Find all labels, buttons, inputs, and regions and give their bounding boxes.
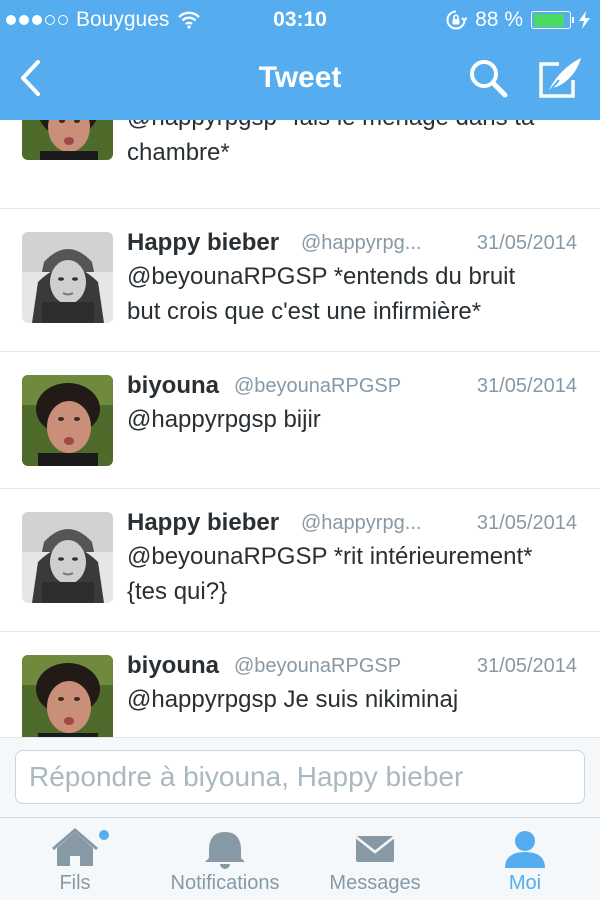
- tweet-header: Happy bieber @happyrpg... 31/05/2014: [127, 229, 577, 259]
- bell-icon: [205, 832, 245, 869]
- page-title: Tweet: [258, 61, 342, 94]
- wifi-icon: [178, 11, 201, 29]
- tweet-text: @beyounaRPGSP *rit intérieurement* {tes …: [127, 539, 582, 609]
- search-button[interactable]: [466, 56, 510, 100]
- tweet-date: 31/05/2014: [476, 512, 577, 534]
- tweet-date: 31/05/2014: [476, 375, 577, 397]
- tweet-item[interactable]: @happyrpgsp *fais le ménage dans ta cham…: [0, 120, 600, 209]
- battery-icon: [531, 11, 574, 29]
- tweet-header: Happy bieber @happyrpg... 31/05/2014: [127, 509, 577, 539]
- tweet-text-line: @happyrpgsp *fais le ménage dans ta: [127, 120, 582, 135]
- avatar[interactable]: [22, 232, 113, 323]
- signal-strength-icon: [6, 15, 68, 25]
- status-right: 88 %: [445, 8, 590, 32]
- reply-input[interactable]: [15, 750, 585, 804]
- tweet-text-line: @beyounaRPGSP *entends du bruit: [127, 263, 516, 290]
- rotation-lock-icon: [446, 10, 468, 30]
- tab-label: Fils: [59, 872, 91, 894]
- tweet-date: 31/05/2014: [476, 655, 577, 677]
- chevron-left-icon: [21, 60, 40, 96]
- author-handle[interactable]: @beyounaRPGSP: [234, 375, 401, 398]
- author-name[interactable]: biyouna: [127, 372, 219, 400]
- carrier-name: Bouygues: [76, 8, 170, 31]
- tab-messages[interactable]: Messages: [315, 818, 435, 900]
- tweet-text: @happyrpgsp *fais le ménage dans ta cham…: [127, 120, 582, 170]
- tweet-text-line: {tes qui?}: [127, 578, 228, 605]
- tweet-text: @beyounaRPGSP *entends du bruit but croi…: [127, 259, 582, 329]
- avatar[interactable]: [22, 655, 113, 737]
- navigation-bar: Tweet: [0, 40, 600, 120]
- conversation-timeline[interactable]: @happyrpgsp *fais le ménage dans ta cham…: [0, 120, 600, 737]
- tweet-text-line: @beyounaRPGSP *rit intérieurement*: [127, 543, 533, 570]
- back-button[interactable]: [10, 56, 54, 100]
- tab-label: Moi: [508, 872, 542, 894]
- author-handle[interactable]: @beyounaRPGSP: [234, 655, 401, 678]
- tweet-text-line: but crois que c'est une infirmière*: [127, 298, 482, 325]
- author-name[interactable]: biyouna: [127, 652, 219, 680]
- tab-label: Messages: [329, 872, 421, 894]
- reply-bar: [0, 737, 600, 817]
- tab-home[interactable]: Fils: [20, 818, 130, 900]
- author-name[interactable]: Happy bieber: [127, 229, 279, 257]
- tweet-header: biyouna @beyounaRPGSP 31/05/2014: [127, 652, 577, 682]
- envelope-icon: [355, 836, 395, 862]
- battery-level: [533, 13, 565, 27]
- author-handle[interactable]: @happyrpg...: [301, 232, 421, 255]
- tweet-item[interactable]: biyouna @beyounaRPGSP 31/05/2014 @happyr…: [0, 352, 600, 489]
- tweet-text: @happyrpgsp Je suis nikiminaj: [127, 682, 582, 717]
- compose-tweet-button[interactable]: [535, 54, 585, 102]
- tweet-text: @happyrpgsp bijir: [127, 402, 582, 437]
- tweet-item[interactable]: biyouna @beyounaRPGSP 31/05/2014 @happyr…: [0, 632, 600, 737]
- person-icon: [505, 831, 545, 868]
- compose-quill-icon: [539, 58, 581, 98]
- tweet-item[interactable]: Happy bieber @happyrpg... 31/05/2014 @be…: [0, 209, 600, 352]
- tweet-text-line: chambre*: [127, 139, 230, 166]
- top-bar: Bouygues 03:10 88 % Tweet: [0, 0, 600, 120]
- home-icon: [52, 828, 109, 866]
- charging-bolt-icon: [579, 11, 590, 29]
- battery-percentage: 88 %: [475, 8, 523, 31]
- avatar[interactable]: [22, 375, 113, 466]
- tab-profile[interactable]: Moi: [480, 818, 570, 900]
- tweet-header: biyouna @beyounaRPGSP 31/05/2014: [127, 372, 577, 402]
- avatar[interactable]: [22, 120, 113, 160]
- tweet-item[interactable]: Happy bieber @happyrpg... 31/05/2014 @be…: [0, 489, 600, 632]
- status-left: Bouygues: [6, 8, 201, 32]
- avatar[interactable]: [22, 512, 113, 603]
- tweet-date: 31/05/2014: [476, 232, 577, 254]
- status-bar: Bouygues 03:10 88 %: [0, 0, 600, 40]
- search-icon: [470, 60, 508, 98]
- tab-bar: Fils Notifications Messages Moi: [0, 817, 600, 900]
- author-name[interactable]: Happy bieber: [127, 509, 279, 537]
- tweet-text-line: @happyrpgsp bijir: [127, 406, 321, 433]
- tweet-text-line: @happyrpgsp Je suis nikiminaj: [127, 686, 459, 713]
- tab-label: Notifications: [170, 872, 280, 894]
- author-handle[interactable]: @happyrpg...: [301, 512, 421, 535]
- tab-notifications[interactable]: Notifications: [155, 818, 295, 900]
